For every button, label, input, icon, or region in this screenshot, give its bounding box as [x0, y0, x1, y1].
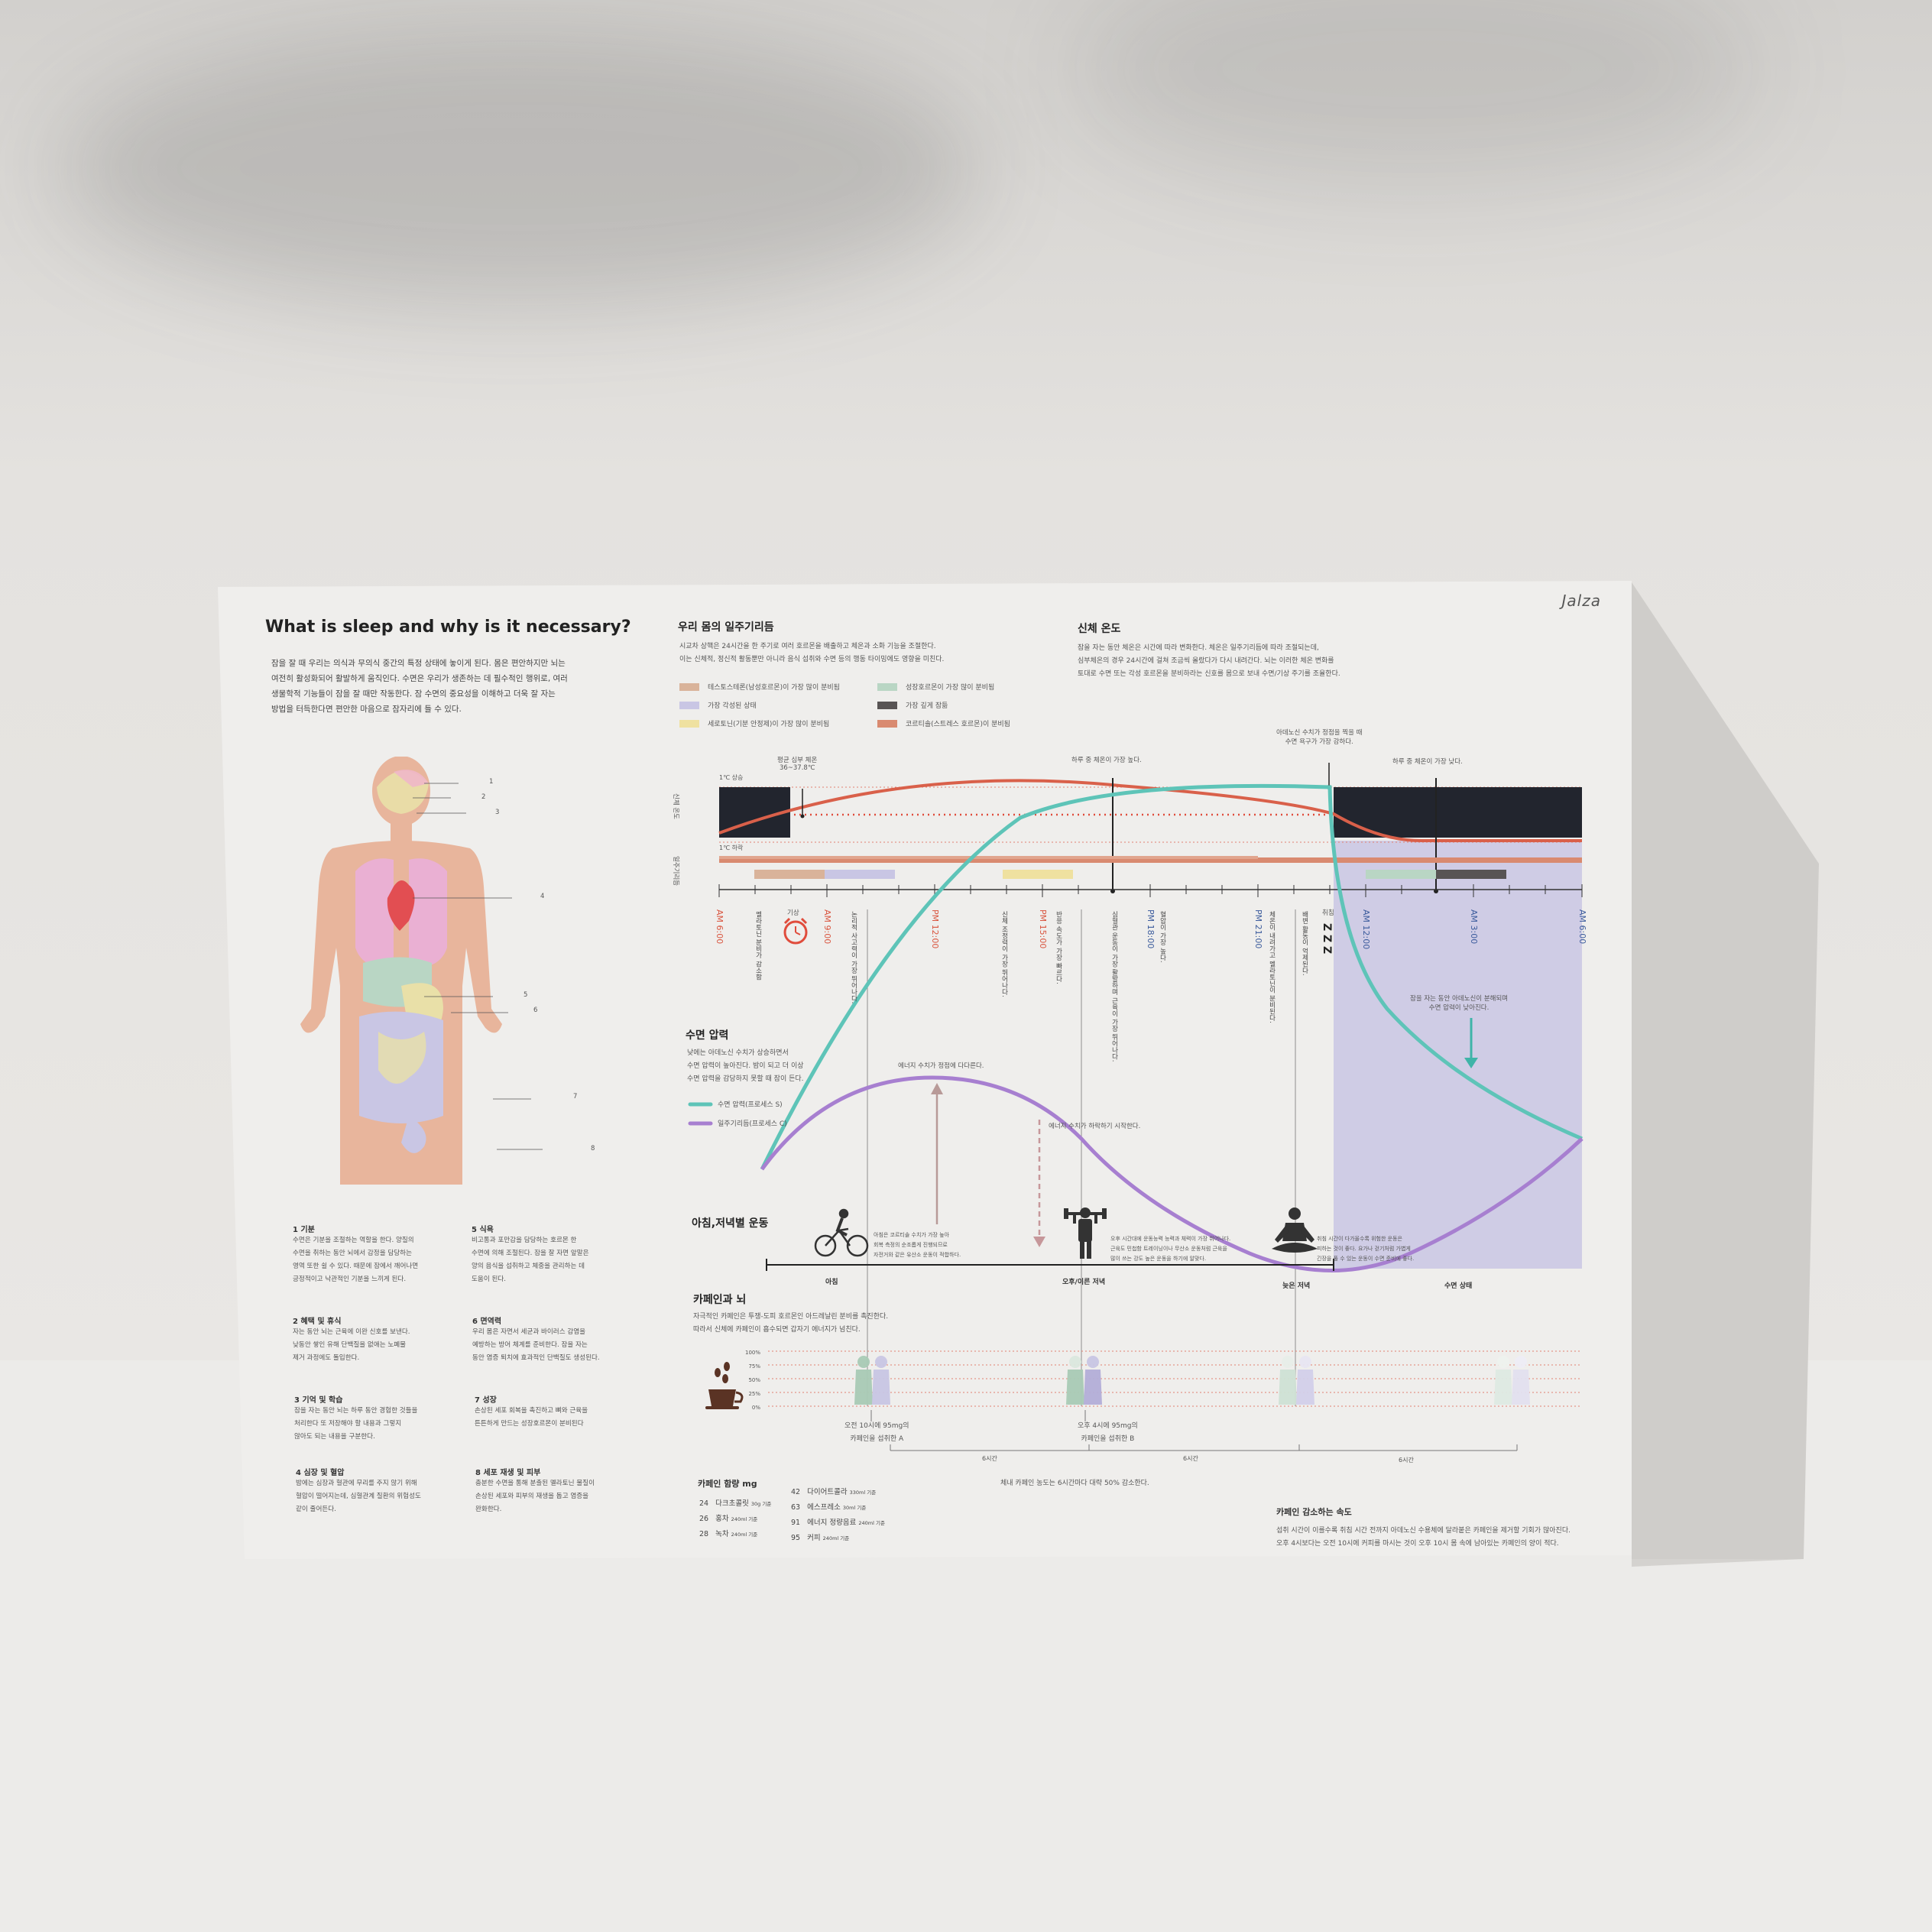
coffee-cup-icon	[705, 1362, 744, 1409]
event-label: 심혈관 운동이 가장 활발하며 근육이 가장 뛰어나다.	[1110, 911, 1118, 1062]
time-label: AM 9:00	[822, 909, 832, 945]
segment-evening: 늦은 저녁	[1282, 1282, 1311, 1290]
energy-drop-note: 에너지 수치가 하락하기 시작한다.	[1049, 1123, 1141, 1130]
caffeine-content-list-1: 24 다크초콜릿 30g 기준 26 홍차 240ml 기준 28 녹차 240…	[699, 1499, 772, 1538]
time-label: PM 15:00	[1038, 909, 1048, 949]
segment-afternoon: 오후/이른 저녁	[1062, 1279, 1106, 1286]
sleep-pressure-title: 수면 압력	[686, 1029, 729, 1042]
event-label: 혈압이 가장 높다.	[1159, 911, 1166, 963]
sleep-note: 잠을 자는 동안 아데노신이 분해되며 수면 압력이 낮아진다.	[1410, 995, 1509, 1012]
exercise-note-afternoon: 오후 시간대에 운동능력 능력과 체력이 가장 뛰어나다. 근육도 민첩함 트레이…	[1110, 1236, 1231, 1262]
event-label: 배변 활동이 억제된다.	[1301, 911, 1308, 976]
exercise-title: 아침,저녁별 운동	[692, 1217, 769, 1230]
time-label: AM 12:00	[1361, 909, 1371, 950]
infographic-poster: What is sleep and why is it necessary? J…	[218, 581, 1632, 1559]
time-label: PM 18:00	[1146, 909, 1156, 949]
weightlifter-icon	[1064, 1208, 1107, 1259]
avg-core-temp: 평균 심부 체온 36~37.8℃	[777, 757, 818, 772]
temp-up-label: 1℃ 상승	[719, 774, 744, 781]
event-label: 논리적 사고력이 가장 뛰어나다.	[850, 911, 857, 1004]
cyclist-icon	[814, 1208, 869, 1257]
sleep-pressure-desc: 낮에는 아데노신 수치가 상승하면서 수면 압력이 높아진다. 밤이 되고 더 이…	[687, 1049, 804, 1083]
caffeine-decay-desc: 섭취 시간이 이를수록 취침 시간 전까지 아데노신 수용체에 달라붙은 카페인…	[1276, 1527, 1571, 1548]
peak-temp-note: 하루 중 체온이 가장 높다.	[1071, 757, 1142, 764]
y-label-temperature: 신체 온도	[672, 793, 679, 819]
event-label: 체온이 내려가고 멜라토닌이 분비된다.	[1268, 911, 1276, 1023]
people-icon-am10	[854, 1356, 1530, 1405]
sleep-label: 취침	[1322, 909, 1334, 917]
time-label: AM 6:00	[715, 909, 724, 945]
circadian-chart	[688, 763, 1584, 1451]
alarm-clock-icon	[783, 917, 808, 945]
adenosine-note: 아데노신 수치가 정점을 찍을 때 수면 욕구가 가장 강하다.	[1276, 729, 1363, 746]
legend-process-c: 일주기리듬(프로세스 C)	[718, 1120, 787, 1128]
interval-1: 6시간	[982, 1455, 997, 1462]
event-label: 멜라토닌 분비가 감소함	[754, 911, 762, 981]
caffeine-title: 카페인과 뇌	[693, 1294, 747, 1306]
exercise-note-morning: 아침은 코르티솔 수치가 가장 높아 회복 측정의 순조롭게 진행되므로 자전거와 …	[874, 1232, 961, 1258]
time-label: AM 6:00	[1577, 909, 1587, 945]
wake-label: 기상	[787, 909, 799, 917]
caption-a: 오전 10시에 95mg의 카페인을 섭취한 A	[844, 1422, 909, 1443]
event-label: 신체 조정력이 가장 뛰어나다.	[1000, 911, 1008, 997]
caffeine-decay-title: 카페인 감소하는 속도	[1276, 1507, 1352, 1517]
caffeine-desc: 자극적인 카페인은 투쟁-도피 호르몬인 아드레날린 분비를 촉진한다. 따라서 …	[693, 1313, 889, 1334]
caffeine-levels: 100% 75% 50% 25% 0%	[745, 1350, 761, 1411]
interval-3: 6시간	[1399, 1457, 1414, 1464]
segment-sleep: 수면 상태	[1444, 1282, 1473, 1290]
caffeine-content-title: 카페인 함량 mg	[698, 1479, 757, 1489]
low-temp-note: 하루 중 체온이 가장 낮다.	[1392, 758, 1463, 766]
temp-down-label: 1℃ 하락	[719, 844, 744, 851]
event-label: 반응 속도가 가장 빠르다.	[1055, 911, 1062, 984]
energy-peak-note: 에너지 수치가 정점에 다다른다.	[898, 1062, 984, 1070]
caption-b: 오후 4시에 95mg의 카페인을 섭취한 B	[1078, 1422, 1138, 1443]
zzz-icon: Z Z Z	[1321, 923, 1333, 955]
sleep-period-region	[1334, 841, 1582, 1269]
interval-2: 6시간	[1183, 1455, 1198, 1462]
legend-process-s: 수면 압력(프로세스 S)	[718, 1101, 783, 1109]
y-label-rhythm: 일주기리듬	[672, 856, 679, 887]
segment-morning: 아침	[825, 1279, 838, 1286]
time-label: PM 21:00	[1253, 909, 1263, 949]
meditation-icon	[1272, 1208, 1318, 1253]
caffeine-content-list-2: 42 다이어트콜라 330ml 기준 63 에스프레소 30ml 기준 91 에…	[791, 1488, 885, 1542]
time-label: AM 3:00	[1469, 909, 1479, 945]
exercise-note-evening: 취침 시간이 다가올수록 위험한 운동은 피하는 것이 좋다. 요가나 걷기처럼 …	[1317, 1236, 1415, 1262]
caffeine-halflife: 체내 카페인 농도는 6시간마다 대략 50% 감소한다.	[1000, 1480, 1149, 1487]
time-label: PM 12:00	[930, 909, 940, 949]
